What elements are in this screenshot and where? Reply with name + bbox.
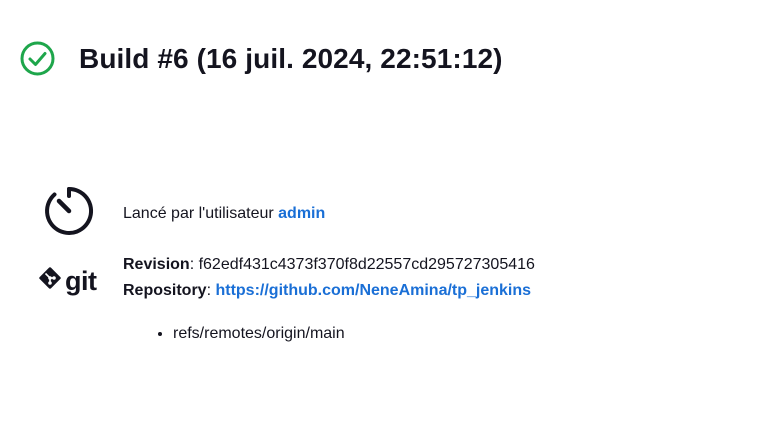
cause-prefix: Lancé par l'utilisateur	[123, 205, 279, 222]
git-logo: git	[38, 266, 97, 295]
build-header: Build #6 (16 juil. 2024, 22:51:12)	[19, 40, 503, 77]
revision-label: Revision	[123, 256, 190, 273]
revision-separator: :	[189, 256, 199, 273]
repository-line: Repository: https://github.com/NeneAmina…	[123, 279, 531, 303]
build-page: Build #6 (16 juil. 2024, 22:51:12) Lancé…	[0, 0, 767, 427]
success-check-icon	[19, 40, 56, 77]
git-logo-text: git	[65, 265, 97, 296]
page-title: Build #6 (16 juil. 2024, 22:51:12)	[79, 42, 503, 74]
revision-line: Revision: f62edf431c4373f370f8d22557cd29…	[123, 253, 535, 277]
build-cause: Lancé par l'utilisateur admin	[123, 202, 325, 226]
branch-item: refs/remotes/origin/main	[173, 322, 345, 346]
user-link-admin[interactable]: admin	[278, 205, 325, 222]
revision-value: f62edf431c4373f370f8d22557cd295727305416	[198, 256, 535, 273]
repository-label: Repository	[123, 282, 207, 299]
branch-list: refs/remotes/origin/main	[123, 322, 345, 346]
git-diamond-icon	[38, 266, 62, 295]
timer-icon	[42, 184, 96, 238]
repository-link[interactable]: https://github.com/NeneAmina/tp_jenkins	[215, 282, 531, 299]
